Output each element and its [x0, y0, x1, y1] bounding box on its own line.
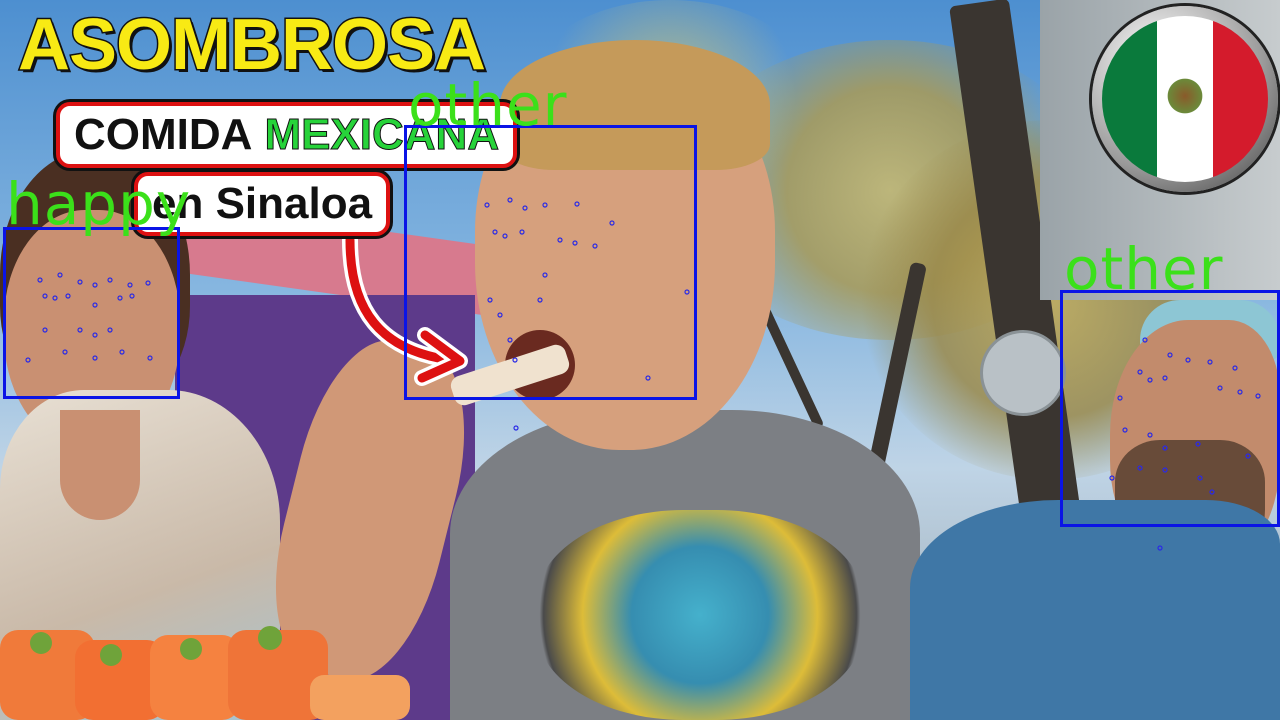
- emotion-label-left: happy: [6, 170, 192, 238]
- face-box-left: [3, 227, 180, 399]
- emotion-label-right: other: [1064, 235, 1224, 303]
- face-box-right: [1060, 290, 1280, 527]
- face-box-center: [404, 125, 697, 400]
- emotion-label-center: other: [408, 71, 568, 139]
